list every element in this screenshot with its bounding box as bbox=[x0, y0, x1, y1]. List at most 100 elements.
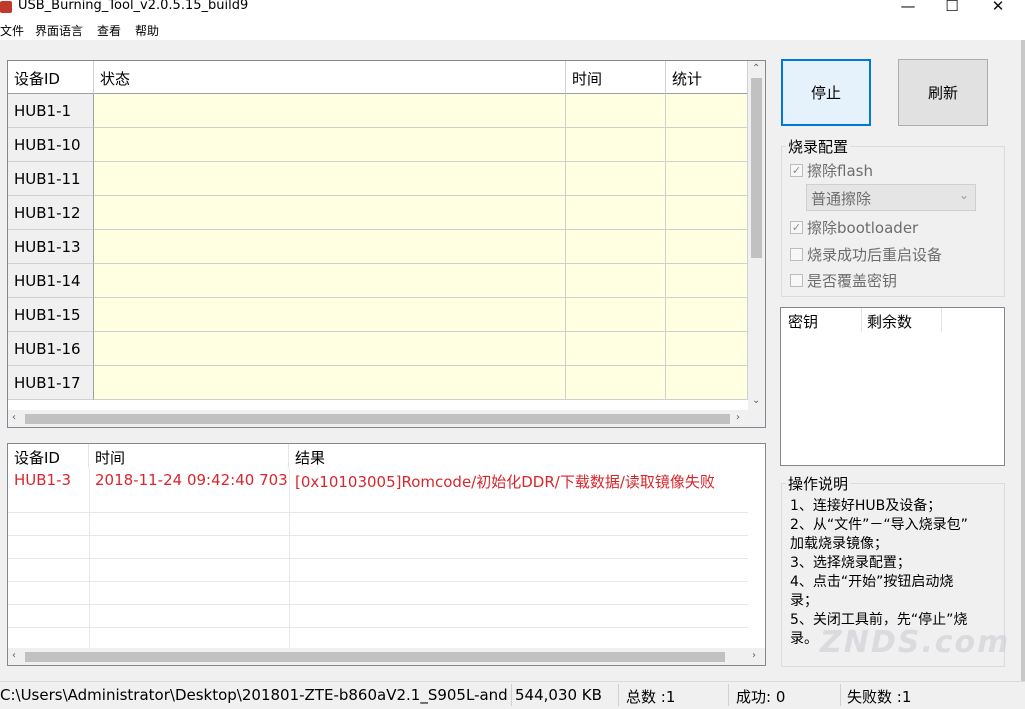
table-row[interactable]: HUB1-17 bbox=[8, 366, 748, 400]
scroll-right-icon[interactable]: › bbox=[736, 412, 740, 423]
row-stats-cell[interactable] bbox=[666, 128, 748, 162]
row-status-cell[interactable] bbox=[94, 230, 566, 264]
overwrite-key-checkbox[interactable]: 是否覆盖密钥 bbox=[790, 270, 897, 291]
column-time[interactable]: 时间 bbox=[566, 61, 666, 94]
row-stats-cell[interactable] bbox=[666, 366, 748, 400]
row-stats-cell[interactable] bbox=[666, 162, 748, 196]
row-stats-cell[interactable] bbox=[666, 230, 748, 264]
column-device-id[interactable]: 设备ID bbox=[8, 61, 94, 94]
status-divider bbox=[511, 684, 512, 706]
vscroll-thumb[interactable] bbox=[751, 78, 762, 258]
row-stats-cell[interactable] bbox=[666, 332, 748, 366]
log-row[interactable] bbox=[8, 606, 748, 628]
log-column-time[interactable]: 时间 bbox=[89, 444, 289, 468]
device-grid-hscrollbar[interactable]: ‹ › bbox=[8, 410, 765, 427]
row-device-id[interactable]: HUB1-12 bbox=[8, 196, 94, 230]
table-row[interactable]: HUB1-14 bbox=[8, 264, 748, 298]
stop-button[interactable]: 停止 bbox=[781, 59, 871, 126]
status-failed: 失败数 :1 bbox=[847, 688, 912, 706]
erase-flash-label: 擦除flash bbox=[807, 162, 873, 180]
table-row[interactable]: HUB1-11 bbox=[8, 162, 748, 196]
row-status-cell[interactable] bbox=[94, 128, 566, 162]
row-time-cell[interactable] bbox=[566, 196, 666, 230]
log-column-device-id[interactable]: 设备ID bbox=[8, 444, 89, 468]
refresh-button[interactable]: 刷新 bbox=[898, 59, 988, 126]
row-time-cell[interactable] bbox=[566, 162, 666, 196]
row-device-id[interactable]: HUB1-15 bbox=[8, 298, 94, 332]
minimize-button[interactable]: — bbox=[885, 0, 931, 16]
log-row[interactable] bbox=[8, 514, 748, 536]
status-total: 总数 :1 bbox=[626, 688, 676, 706]
log-column-result[interactable]: 结果 bbox=[289, 444, 749, 468]
erase-flash-checkbox[interactable]: ✓ 擦除flash bbox=[790, 160, 873, 181]
key-column-divider bbox=[861, 308, 862, 332]
row-device-id[interactable]: HUB1-10 bbox=[8, 128, 94, 162]
log-row[interactable] bbox=[8, 560, 748, 582]
row-stats-cell[interactable] bbox=[666, 196, 748, 230]
status-divider bbox=[618, 684, 619, 706]
erase-bootloader-checkbox[interactable]: ✓ 擦除bootloader bbox=[790, 217, 918, 238]
row-status-cell[interactable] bbox=[94, 298, 566, 332]
table-row[interactable]: HUB1-12 bbox=[8, 196, 748, 230]
column-status[interactable]: 状态 bbox=[94, 61, 566, 94]
menu-file[interactable]: 文件 bbox=[0, 22, 24, 39]
table-row[interactable]: HUB1-1 bbox=[8, 94, 748, 128]
row-device-id[interactable]: HUB1-1 bbox=[8, 94, 94, 128]
menu-view[interactable]: 查看 bbox=[97, 22, 121, 39]
row-time-cell[interactable] bbox=[566, 366, 666, 400]
scroll-left-icon[interactable]: ‹ bbox=[12, 412, 16, 423]
log-row[interactable] bbox=[8, 491, 748, 513]
menu-bar: 文件 界面语言 查看 帮助 bbox=[0, 18, 1025, 40]
table-row[interactable]: HUB1-16 bbox=[8, 332, 748, 366]
row-time-cell[interactable] bbox=[566, 230, 666, 264]
row-device-id[interactable]: HUB1-14 bbox=[8, 264, 94, 298]
table-row[interactable]: HUB1-13 bbox=[8, 230, 748, 264]
row-device-id[interactable]: HUB1-11 bbox=[8, 162, 94, 196]
row-time-cell[interactable] bbox=[566, 128, 666, 162]
row-time-cell[interactable] bbox=[566, 264, 666, 298]
key-column-key[interactable]: 密钥 bbox=[788, 311, 818, 332]
device-grid[interactable]: 设备ID 状态 时间 统计 HUB1-1 HUB1-10 HUB1-11 HUB1-1… bbox=[7, 60, 766, 428]
scroll-left-icon[interactable]: ‹ bbox=[12, 650, 16, 661]
maximize-button[interactable]: ☐ bbox=[929, 0, 975, 16]
row-time-cell[interactable] bbox=[566, 298, 666, 332]
close-button[interactable]: ✕ bbox=[975, 0, 1021, 16]
row-stats-cell[interactable] bbox=[666, 94, 748, 128]
log-row[interactable] bbox=[8, 537, 748, 559]
row-stats-cell[interactable] bbox=[666, 264, 748, 298]
log-entry-device[interactable]: HUB1-3 bbox=[14, 471, 71, 489]
menu-language[interactable]: 界面语言 bbox=[35, 22, 83, 39]
log-row[interactable] bbox=[8, 583, 748, 605]
table-row[interactable]: HUB1-10 bbox=[8, 128, 748, 162]
log-hscrollbar[interactable]: ‹ › bbox=[8, 648, 765, 665]
row-status-cell[interactable] bbox=[94, 366, 566, 400]
row-status-cell[interactable] bbox=[94, 162, 566, 196]
row-device-id[interactable]: HUB1-16 bbox=[8, 332, 94, 366]
burn-config-title: 烧录配置 bbox=[786, 136, 851, 157]
column-stats[interactable]: 统计 bbox=[666, 61, 748, 94]
table-row[interactable]: HUB1-15 bbox=[8, 298, 748, 332]
log-entry-result[interactable]: [0x10103005]Romcode/初始化DDR/下载数据/读取镜像失败 bbox=[295, 471, 715, 492]
menu-help[interactable]: 帮助 bbox=[135, 22, 159, 39]
row-status-cell[interactable] bbox=[94, 196, 566, 230]
device-grid-vscrollbar[interactable]: ⌃ ⌄ bbox=[748, 61, 765, 411]
scroll-down-icon[interactable]: ⌄ bbox=[752, 395, 760, 406]
row-time-cell[interactable] bbox=[566, 94, 666, 128]
row-device-id[interactable]: HUB1-13 bbox=[8, 230, 94, 264]
row-device-id[interactable]: HUB1-17 bbox=[8, 366, 94, 400]
row-status-cell[interactable] bbox=[94, 264, 566, 298]
row-stats-cell[interactable] bbox=[666, 298, 748, 332]
log-list[interactable]: 设备ID 时间 结果 HUB1-3 2018-11-24 09:42:40 70… bbox=[7, 443, 766, 666]
key-list[interactable]: 密钥 剩余数 bbox=[780, 307, 1005, 466]
erase-mode-select[interactable]: 普通擦除 ⌄ bbox=[806, 184, 976, 211]
hscroll-thumb[interactable] bbox=[25, 652, 725, 662]
row-time-cell[interactable] bbox=[566, 332, 666, 366]
scroll-up-icon[interactable]: ⌃ bbox=[752, 63, 760, 74]
key-column-remaining[interactable]: 剩余数 bbox=[867, 311, 912, 332]
row-status-cell[interactable] bbox=[94, 94, 566, 128]
reboot-after-checkbox[interactable]: 烧录成功后重启设备 bbox=[790, 244, 942, 265]
row-status-cell[interactable] bbox=[94, 332, 566, 366]
log-entry-time[interactable]: 2018-11-24 09:42:40 703 bbox=[95, 471, 288, 489]
hscroll-thumb[interactable] bbox=[25, 414, 730, 424]
scroll-right-icon[interactable]: › bbox=[752, 650, 756, 661]
